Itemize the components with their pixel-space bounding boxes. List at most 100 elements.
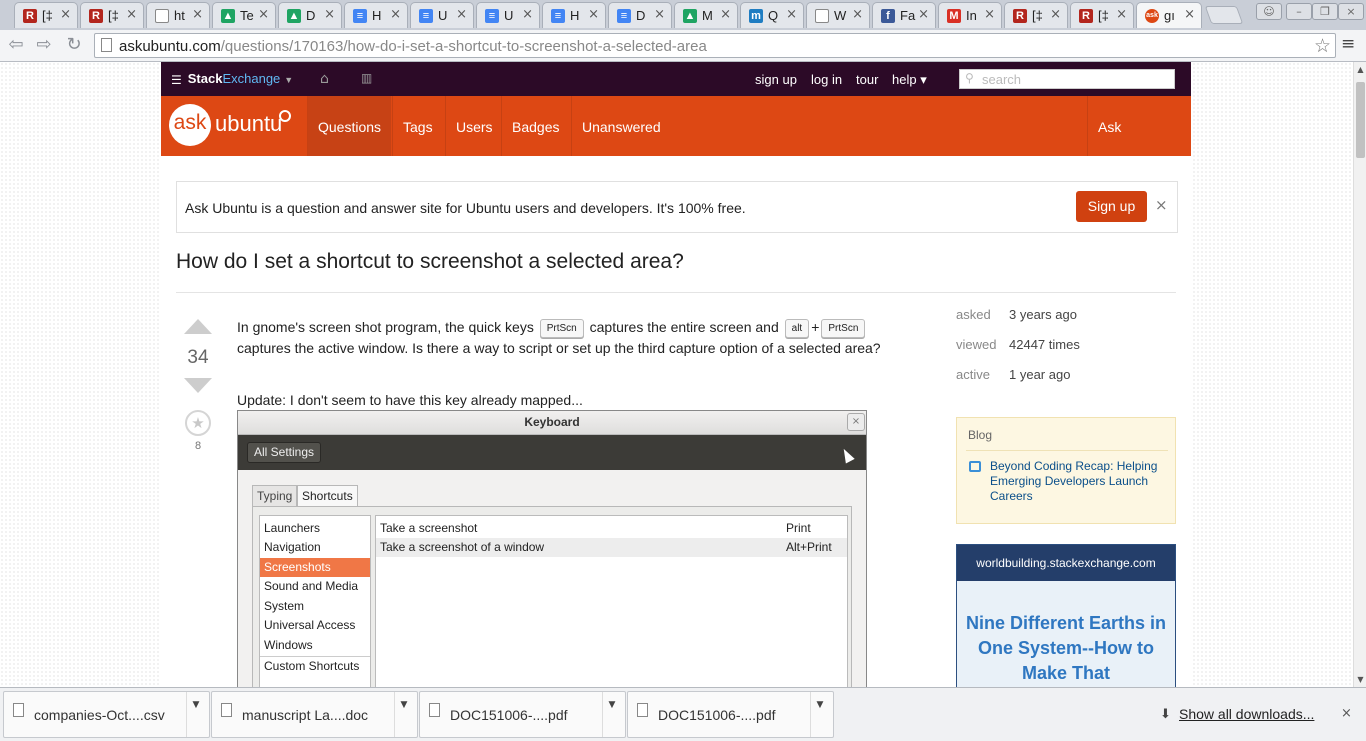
tab-close-icon[interactable]: × xyxy=(588,7,599,22)
chevron-down-icon[interactable]: ▼ xyxy=(606,700,618,710)
browser-tab[interactable]: ▲ D × xyxy=(278,2,342,28)
dropdown-icon: ▼ xyxy=(284,75,294,85)
bookmark-star-icon[interactable]: ☆ xyxy=(1314,35,1331,57)
browser-tab[interactable]: R [‡ × xyxy=(1070,2,1134,28)
profile-icon[interactable]: ☺ xyxy=(1256,3,1282,20)
forward-icon[interactable]: ⇨ xyxy=(32,34,56,56)
shelf-close-icon[interactable]: × xyxy=(1341,706,1352,721)
browser-tab[interactable]: R [‡ × xyxy=(1004,2,1068,28)
tab-close-icon[interactable]: × xyxy=(786,7,797,22)
nav-unanswered[interactable]: Unanswered xyxy=(571,96,671,156)
tab-close-icon[interactable]: × xyxy=(258,7,269,22)
tab-close-icon[interactable]: × xyxy=(456,7,467,22)
nav-users[interactable]: Users xyxy=(445,96,503,156)
tab-close-icon[interactable]: × xyxy=(984,7,995,22)
show-all-downloads-link[interactable]: Show all downloads... xyxy=(1179,706,1314,722)
scroll-up-icon[interactable]: ▲ xyxy=(1356,65,1365,74)
browser-tab[interactable]: R [‡ × xyxy=(80,2,144,28)
meta-active-value[interactable]: 1 year ago xyxy=(1009,367,1070,382)
minimize-icon[interactable]: – xyxy=(1286,3,1312,20)
browser-tab[interactable]: f Fa × xyxy=(872,2,936,28)
browser-tab[interactable]: ≡ U × xyxy=(410,2,474,28)
browser-tab[interactable]: ht × xyxy=(146,2,210,28)
browser-tab-active[interactable]: ask gı × xyxy=(1136,2,1202,28)
stackexchange-logo[interactable]: ☰ StackExchange ▼ xyxy=(171,71,293,87)
banner-close-icon[interactable]: × xyxy=(1155,196,1168,214)
tab-close-icon[interactable]: × xyxy=(1116,7,1127,22)
question-title[interactable]: How do I set a shortcut to screenshot a … xyxy=(176,250,684,274)
browser-tab[interactable]: ≡ H × xyxy=(542,2,606,28)
tab-close-icon[interactable]: × xyxy=(852,7,863,22)
browser-tab[interactable]: m Q × xyxy=(740,2,804,28)
browser-tab[interactable]: R [‡ × xyxy=(14,2,78,28)
new-tab-button[interactable] xyxy=(1204,6,1244,24)
browser-tab[interactable]: M In × xyxy=(938,2,1002,28)
nav-tags[interactable]: Tags xyxy=(392,96,443,156)
tab-close-icon[interactable]: × xyxy=(1050,7,1061,22)
browser-tab[interactable]: ▲ M × xyxy=(674,2,738,28)
tab-close-icon[interactable]: × xyxy=(324,7,335,22)
browser-tab[interactable]: W × xyxy=(806,2,870,28)
downvote-icon[interactable] xyxy=(184,378,212,393)
achievements-icon[interactable]: ▥ xyxy=(361,71,372,85)
tab-close-icon[interactable]: × xyxy=(720,7,731,22)
chevron-down-icon[interactable]: ▼ xyxy=(398,700,410,710)
help-menu[interactable]: help ▾ xyxy=(892,72,927,88)
signup-button[interactable]: Sign up xyxy=(1076,191,1147,222)
speech-bubble-icon xyxy=(969,461,981,472)
r-favicon-icon: R xyxy=(1079,9,1093,23)
tab-close-icon[interactable]: × xyxy=(60,7,71,22)
restore-icon[interactable]: ❐ xyxy=(1312,3,1338,20)
favorite-star-icon[interactable]: ★ xyxy=(185,410,211,436)
blog-post-link[interactable]: Beyond Coding Recap: Helping Emerging De… xyxy=(990,459,1172,504)
reload-icon[interactable]: ↻ xyxy=(62,34,86,56)
meta-asked-value: 3 years ago xyxy=(1009,307,1077,322)
page-favicon-icon xyxy=(155,9,169,23)
nav-questions[interactable]: Questions xyxy=(307,96,392,156)
drive-favicon-icon: ▲ xyxy=(221,9,235,23)
back-icon[interactable]: ⇦ xyxy=(4,34,28,56)
inbox-icon[interactable]: ⌂ xyxy=(320,71,329,87)
tab-close-icon[interactable]: × xyxy=(918,7,929,22)
tab-close-icon[interactable]: × xyxy=(654,7,665,22)
chevron-down-icon[interactable]: ▼ xyxy=(190,700,202,710)
logo-bubble: ask xyxy=(169,104,211,146)
signup-link[interactable]: sign up xyxy=(755,72,797,87)
gmail-favicon-icon: M xyxy=(947,9,961,23)
download-item[interactable]: DOC151006-....pdf ▼ xyxy=(419,691,626,738)
logo-word: ubuntu xyxy=(215,111,283,136)
vertical-scrollbar[interactable]: ▲ ▼ xyxy=(1353,62,1366,687)
upvote-icon[interactable] xyxy=(184,319,212,334)
category-item: Windows xyxy=(264,638,313,652)
tab-close-icon[interactable]: × xyxy=(390,7,401,22)
meta-active-label: active xyxy=(956,367,990,382)
keyboard-settings-screenshot: Keyboard × All Settings Typing Shortcuts… xyxy=(237,410,867,687)
scroll-thumb[interactable] xyxy=(1356,82,1365,158)
ask-question-button[interactable]: Ask Question xyxy=(1087,96,1191,197)
download-item[interactable]: manuscript La....doc ▼ xyxy=(211,691,418,738)
browser-tab[interactable]: ≡ U × xyxy=(476,2,540,28)
community-ad[interactable]: worldbuilding.stackexchange.com Nine Dif… xyxy=(956,544,1176,687)
browser-tab[interactable]: ▲ Te × xyxy=(212,2,276,28)
askubuntu-logo[interactable]: ask ubuntu xyxy=(169,104,294,148)
download-item[interactable]: companies-Oct....csv ▼ xyxy=(3,691,210,738)
tab-close-icon[interactable]: × xyxy=(522,7,533,22)
download-item[interactable]: DOC151006-....pdf ▼ xyxy=(627,691,834,738)
chevron-down-icon[interactable]: ▼ xyxy=(814,700,826,710)
tab-close-icon[interactable]: × xyxy=(1184,7,1195,22)
browser-tab[interactable]: ≡ H × xyxy=(344,2,408,28)
login-link[interactable]: log in xyxy=(811,72,842,87)
tab-close-icon[interactable]: × xyxy=(192,7,203,22)
page-icon xyxy=(101,38,112,52)
tour-link[interactable]: tour xyxy=(856,72,878,87)
window-close-icon[interactable]: × xyxy=(1338,3,1364,20)
address-bar[interactable]: askubuntu.com/questions/170163/how-do-i-… xyxy=(94,33,1336,58)
browser-menu-icon[interactable]: ≡ xyxy=(1341,34,1355,54)
browser-tab[interactable]: ≡ D × xyxy=(608,2,672,28)
scroll-down-icon[interactable]: ▼ xyxy=(1356,675,1365,684)
file-icon xyxy=(637,703,648,717)
nav-badges[interactable]: Badges xyxy=(501,96,569,156)
tab-close-icon[interactable]: × xyxy=(126,7,137,22)
search-input[interactable]: search xyxy=(959,69,1175,89)
r-favicon-icon: R xyxy=(89,9,103,23)
